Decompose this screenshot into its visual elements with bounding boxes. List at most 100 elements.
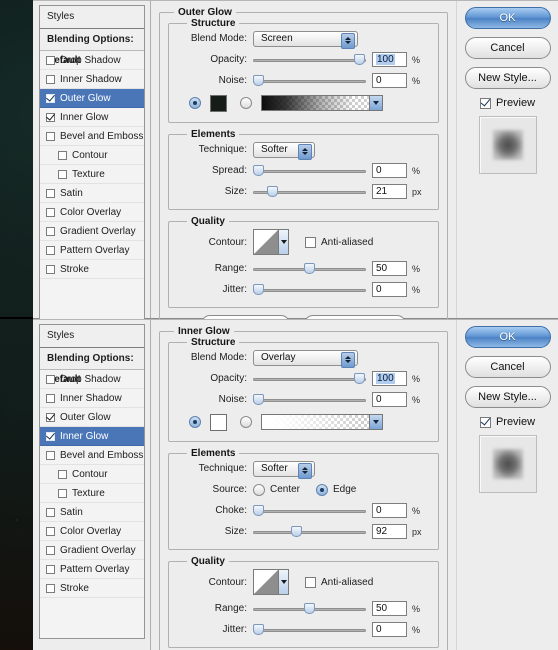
glow-color-swatch[interactable] (210, 94, 227, 112)
sidebar-item-pattern-overlay[interactable]: Pattern Overlay (40, 241, 144, 260)
chevron-down-icon[interactable] (369, 415, 382, 429)
blend-mode-select[interactable]: Overlay (253, 349, 358, 368)
anti-aliased-checkbox[interactable] (305, 236, 316, 248)
checkbox-icon[interactable] (46, 188, 55, 198)
chevron-down-icon[interactable] (369, 96, 382, 110)
contour-thumbnail[interactable] (253, 229, 289, 255)
checkbox-checked-icon[interactable] (46, 93, 55, 103)
preview-checkbox[interactable] (479, 97, 491, 109)
opacity-slider[interactable] (253, 53, 366, 67)
stepper-arrows-icon[interactable] (341, 351, 355, 368)
sidebar-item-bevel-and-emboss[interactable]: Bevel and Emboss (40, 446, 144, 465)
glow-gradient-picker[interactable] (261, 95, 383, 111)
checkbox-icon[interactable] (58, 169, 67, 179)
preview-toggle-row[interactable]: Preview (479, 97, 535, 109)
range-input[interactable]: 50 (372, 601, 407, 616)
choke-input[interactable]: 0 (372, 503, 407, 518)
stepper-arrows-icon[interactable] (298, 462, 312, 479)
range-slider[interactable] (253, 262, 366, 276)
blending-options-row[interactable]: Blending Options: Default (40, 29, 144, 66)
spread-input[interactable]: 0 (372, 163, 407, 178)
source-edge-radio[interactable] (316, 483, 329, 496)
sidebar-item-satin[interactable]: Satin (40, 184, 144, 203)
jitter-slider[interactable] (253, 283, 366, 297)
size-slider[interactable] (253, 185, 366, 199)
glow-color-swatch[interactable] (210, 413, 227, 431)
sidebar-item-color-overlay[interactable]: Color Overlay (40, 522, 144, 541)
checkbox-checked-icon[interactable] (46, 431, 55, 441)
opacity-slider[interactable] (253, 372, 366, 386)
sidebar-item-stroke[interactable]: Stroke (40, 579, 144, 598)
stepper-arrows-icon[interactable] (341, 32, 355, 49)
sidebar-item-outer-glow[interactable]: Outer Glow (40, 408, 144, 427)
fill-gradient-radio[interactable] (240, 97, 252, 109)
opacity-input[interactable]: 100 (372, 371, 407, 386)
checkbox-icon[interactable] (46, 74, 55, 84)
checkbox-checked-icon[interactable] (46, 112, 55, 122)
sidebar-item-outer-glow[interactable]: Outer Glow (40, 89, 144, 108)
noise-slider[interactable] (253, 393, 366, 407)
size-slider[interactable] (253, 525, 366, 539)
slider-knob[interactable] (253, 504, 264, 516)
technique-select[interactable]: Softer (253, 460, 315, 479)
checkbox-icon[interactable] (58, 469, 67, 479)
preview-checkbox[interactable] (479, 416, 491, 428)
sidebar-item-pattern-overlay[interactable]: Pattern Overlay (40, 560, 144, 579)
checkbox-icon[interactable] (58, 488, 67, 498)
ok-button[interactable]: OK (464, 7, 551, 29)
slider-knob[interactable] (253, 74, 264, 86)
sidebar-item-inner-shadow[interactable]: Inner Shadow (40, 70, 144, 89)
checkbox-icon[interactable] (46, 450, 55, 460)
source-center-radio[interactable] (253, 483, 265, 496)
slider-knob[interactable] (354, 53, 365, 65)
checkbox-icon[interactable] (46, 245, 55, 255)
sidebar-item-color-overlay[interactable]: Color Overlay (40, 203, 144, 222)
ok-button[interactable]: OK (464, 326, 551, 348)
checkbox-icon[interactable] (46, 55, 55, 65)
cancel-button[interactable]: Cancel (464, 356, 551, 378)
checkbox-icon[interactable] (46, 374, 55, 384)
sidebar-item-inner-glow[interactable]: Inner Glow (40, 108, 144, 127)
spread-slider[interactable] (253, 164, 366, 178)
sidebar-item-texture[interactable]: Texture (40, 165, 144, 184)
checkbox-icon[interactable] (46, 526, 55, 536)
checkbox-icon[interactable] (46, 226, 55, 236)
noise-slider[interactable] (253, 74, 366, 88)
jitter-input[interactable]: 0 (372, 282, 407, 297)
checkbox-icon[interactable] (46, 507, 55, 517)
choke-slider[interactable] (253, 504, 366, 518)
new-style-button[interactable]: New Style... (464, 67, 551, 89)
technique-select[interactable]: Softer (253, 141, 315, 160)
chevron-down-icon[interactable] (278, 570, 288, 594)
jitter-slider[interactable] (253, 623, 366, 637)
jitter-input[interactable]: 0 (372, 622, 407, 637)
opacity-input[interactable]: 100 (372, 52, 407, 67)
slider-knob[interactable] (354, 372, 365, 384)
slider-knob[interactable] (253, 283, 264, 295)
size-input[interactable]: 21 (372, 184, 407, 199)
slider-knob[interactable] (304, 262, 315, 274)
contour-thumbnail[interactable] (253, 569, 289, 595)
sidebar-item-bevel-and-emboss[interactable]: Bevel and Emboss (40, 127, 144, 146)
sidebar-item-contour[interactable]: Contour (40, 465, 144, 484)
cancel-button[interactable]: Cancel (464, 37, 551, 59)
checkbox-icon[interactable] (46, 545, 55, 555)
checkbox-icon[interactable] (46, 131, 55, 141)
sidebar-item-texture[interactable]: Texture (40, 484, 144, 503)
fill-color-radio[interactable] (189, 97, 201, 109)
checkbox-icon[interactable] (46, 393, 55, 403)
preview-toggle-row[interactable]: Preview (479, 416, 535, 428)
checkbox-icon[interactable] (46, 207, 55, 217)
range-input[interactable]: 50 (372, 261, 407, 276)
anti-aliased-checkbox[interactable] (305, 576, 316, 588)
new-style-button[interactable]: New Style... (464, 386, 551, 408)
slider-knob[interactable] (291, 525, 302, 537)
blend-mode-select[interactable]: Screen (253, 30, 358, 49)
slider-knob[interactable] (304, 602, 315, 614)
checkbox-checked-icon[interactable] (46, 412, 55, 422)
chevron-down-icon[interactable] (278, 230, 288, 254)
fill-gradient-radio[interactable] (240, 416, 252, 428)
glow-gradient-picker[interactable] (261, 414, 383, 430)
slider-knob[interactable] (253, 164, 264, 176)
sidebar-item-gradient-overlay[interactable]: Gradient Overlay (40, 541, 144, 560)
